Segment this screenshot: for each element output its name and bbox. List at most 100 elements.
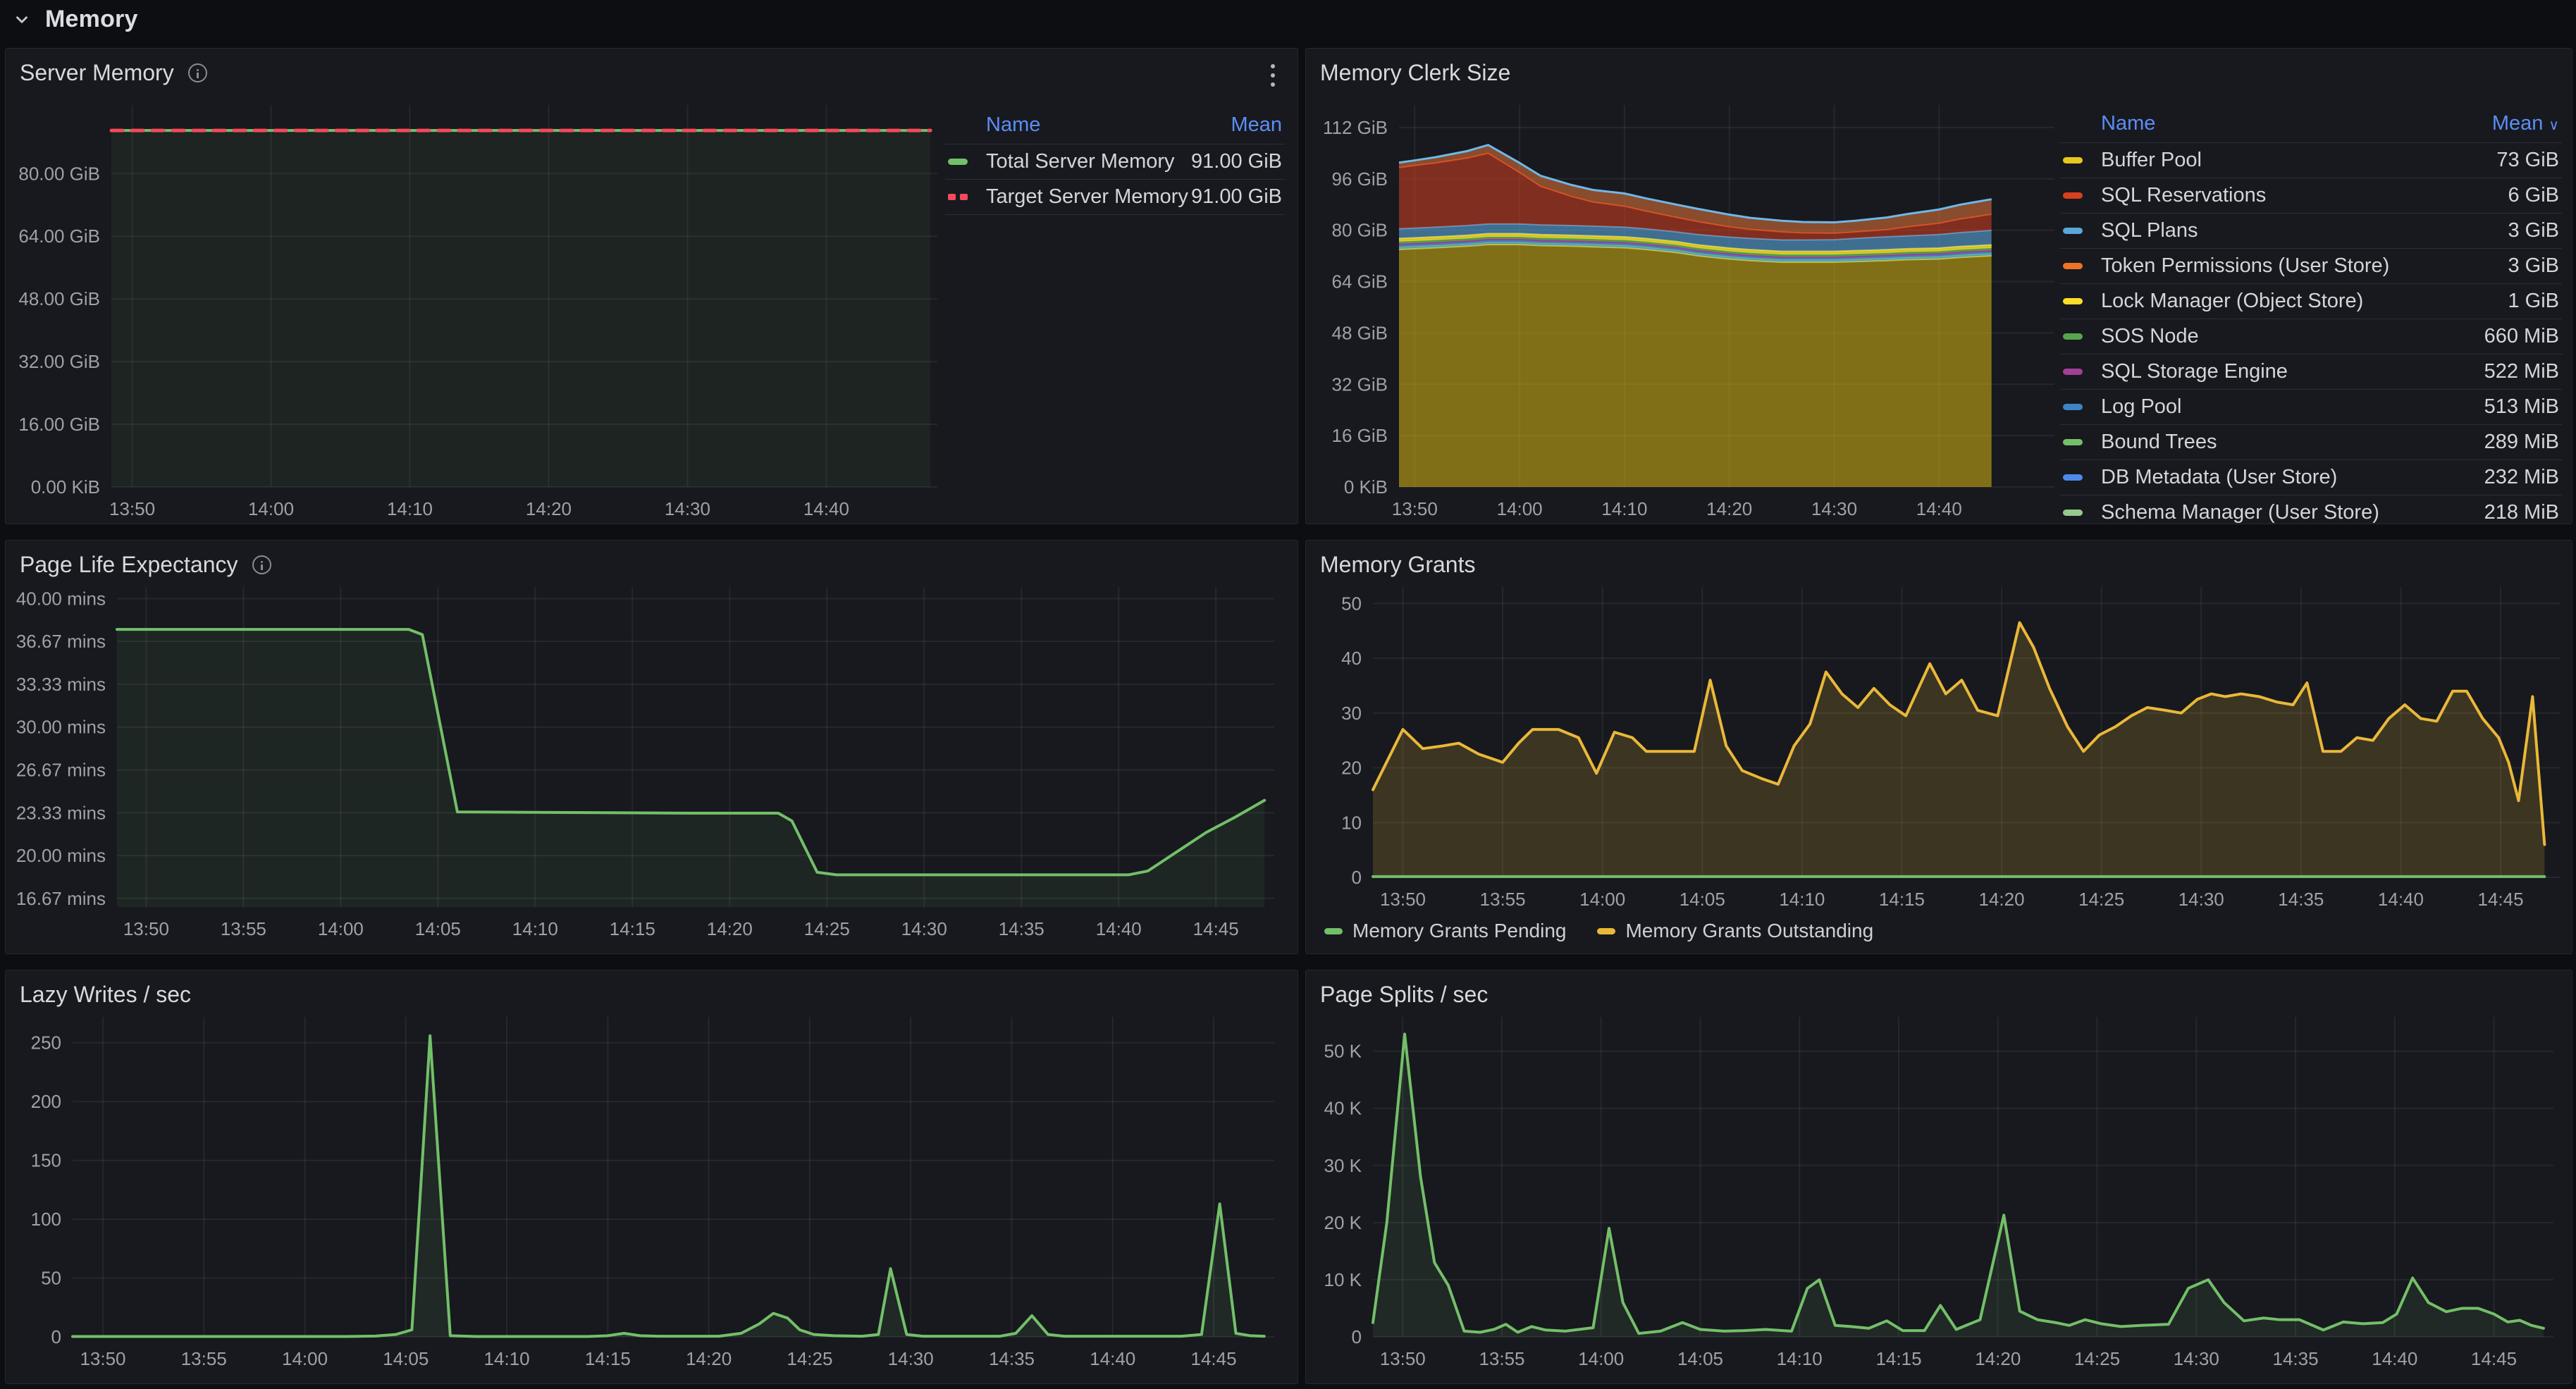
y-axis-tick-label: 16.00 GiB (18, 414, 100, 435)
x-axis-tick-label: 13:55 (181, 1348, 227, 1369)
x-axis-tick-label: 14:15 (1879, 889, 1925, 910)
panel-title[interactable]: Memory Grants (1320, 552, 1475, 578)
legend-row[interactable]: Target Server Memory 91.00 GiB (945, 179, 1285, 215)
series-line[interactable] (73, 1036, 1264, 1337)
x-axis-tick-label: 14:05 (1677, 1348, 1723, 1369)
series-color-swatch (948, 159, 968, 165)
x-axis-tick-label: 14:20 (1706, 498, 1752, 519)
legend-header-mean[interactable]: Mean∨ (2492, 112, 2559, 135)
series-line[interactable] (1373, 1034, 2544, 1333)
dashboard-row-memory[interactable]: Memory (11, 6, 138, 33)
x-axis-tick-label: 14:30 (665, 498, 710, 519)
legend-row[interactable]: Schema Manager (User Store) 218 MiB (2060, 495, 2562, 524)
legend-row[interactable]: Log Pool 513 MiB (2060, 389, 2562, 424)
x-axis-tick-label: 14:00 (1497, 498, 1543, 519)
memory-grants-chart[interactable]: 0102030405013:5013:5514:0014:0514:1014:1… (1306, 541, 2572, 953)
panel-title[interactable]: Lazy Writes / sec (20, 982, 191, 1008)
stacked-area-layer[interactable] (1399, 245, 1992, 487)
y-axis-tick-label: 30 K (1324, 1155, 1362, 1176)
legend-item-label: Memory Grants Outstanding (1625, 920, 1873, 942)
panel-menu-kebab-icon[interactable] (1261, 60, 1285, 91)
x-axis-tick-label: 14:45 (2471, 1348, 2517, 1369)
series-color-swatch (2063, 298, 2083, 304)
legend-series-name: Buffer Pool (2101, 149, 2496, 172)
series-area-fill (73, 1036, 1264, 1337)
legend-row[interactable]: Lock Manager (Object Store) 1 GiB (2060, 283, 2562, 319)
legend-item-label: Memory Grants Pending (1352, 920, 1566, 942)
page-life-expectancy-chart[interactable]: 16.67 mins20.00 mins23.33 mins26.67 mins… (6, 541, 1298, 953)
y-axis-tick-label: 48.00 GiB (18, 288, 100, 309)
legend-series-name: SOS Node (2101, 325, 2484, 348)
x-axis-tick-label: 14:20 (1975, 1348, 2021, 1369)
x-axis-tick-label: 14:05 (1680, 889, 1725, 910)
legend-header-name[interactable]: Name (986, 113, 1040, 137)
memory-grants-legend: Memory Grants Pending Memory Grants Outs… (1324, 920, 1873, 942)
legend-series-name: SQL Storage Engine (2101, 360, 2484, 383)
x-axis-tick-label: 14:30 (2174, 1348, 2219, 1369)
legend-row[interactable]: Total Server Memory 91.00 GiB (945, 144, 1285, 179)
y-axis-tick-label: 80 GiB (1332, 220, 1388, 241)
x-axis-tick-label: 13:55 (221, 918, 266, 939)
x-axis-tick-label: 14:00 (282, 1348, 328, 1369)
y-axis-tick-label: 10 (1341, 812, 1362, 833)
series-area-fill (117, 629, 1264, 907)
chevron-down-icon[interactable] (11, 9, 32, 30)
y-axis-tick-label: 26.67 mins (16, 759, 106, 780)
server-memory-legend: Name Mean Total Server Memory 91.00 GiBTa… (945, 109, 1285, 215)
legend-row[interactable]: Bound Trees 289 MiB (2060, 424, 2562, 459)
legend-header-mean[interactable]: Mean (1231, 113, 1282, 137)
y-axis-tick-label: 0 (51, 1326, 61, 1347)
y-axis-tick-label: 48 GiB (1332, 322, 1388, 343)
x-axis-tick-label: 14:10 (1777, 1348, 1823, 1369)
legend-row[interactable]: Token Permissions (User Store) 3 GiB (2060, 248, 2562, 283)
x-axis-tick-label: 14:25 (2078, 889, 2124, 910)
panel-title[interactable]: Page Life Expectancy (20, 552, 271, 578)
panel-title[interactable]: Memory Clerk Size (1320, 60, 1510, 86)
x-axis-tick-label: 14:00 (318, 918, 364, 939)
legend-row[interactable]: SOS Node 660 MiB (2060, 319, 2562, 354)
y-axis-tick-label: 36.67 mins (16, 631, 106, 652)
panel-title[interactable]: Server Memory (20, 60, 207, 86)
legend-series-mean: 91.00 GiB (1191, 150, 1282, 173)
legend-row[interactable]: Buffer Pool 73 GiB (2060, 142, 2562, 178)
y-axis-tick-label: 20 (1341, 758, 1362, 779)
legend-series-mean: 73 GiB (2496, 149, 2559, 172)
x-axis-tick-label: 14:30 (888, 1348, 934, 1369)
legend-row[interactable]: SQL Plans 3 GiB (2060, 213, 2562, 248)
lazy-writes-chart[interactable]: 05010015020025013:5013:5514:0014:0514:10… (6, 970, 1298, 1383)
legend-series-name: Bound Trees (2101, 431, 2484, 454)
legend-header-name[interactable]: Name (2101, 112, 2155, 135)
y-axis-tick-label: 50 (1341, 593, 1362, 614)
info-icon[interactable] (188, 63, 207, 82)
legend-series-mean: 6 GiB (2508, 184, 2559, 207)
panel-memory-grants: Memory Grants 0102030405013:5013:5514:00… (1305, 540, 2572, 954)
series-color-swatch (2063, 192, 2083, 199)
x-axis-tick-label: 14:00 (248, 498, 294, 519)
legend-row[interactable]: SQL Reservations 6 GiB (2060, 178, 2562, 213)
x-axis-tick-label: 14:35 (2272, 1348, 2318, 1369)
y-axis-tick-label: 50 (41, 1268, 61, 1289)
legend-row[interactable]: SQL Storage Engine 522 MiB (2060, 354, 2562, 389)
series-color-swatch (1597, 928, 1615, 934)
y-axis-tick-label: 32.00 GiB (18, 351, 100, 372)
y-axis-tick-label: 33.33 mins (16, 674, 106, 695)
y-axis-tick-label: 100 (31, 1209, 61, 1230)
y-axis-tick-label: 20 K (1324, 1212, 1362, 1233)
y-axis-tick-label: 40 (1341, 648, 1362, 669)
legend-item[interactable]: Memory Grants Pending (1324, 920, 1566, 942)
legend-series-name: Schema Manager (User Store) (2101, 501, 2484, 524)
legend-row[interactable]: DB Metadata (User Store) 232 MiB (2060, 459, 2562, 495)
x-axis-tick-label: 14:45 (1190, 1348, 1236, 1369)
x-axis-tick-label: 14:40 (1096, 918, 1142, 939)
panel-lazy-writes: Lazy Writes / sec 05010015020025013:5013… (5, 970, 1298, 1384)
info-icon[interactable] (252, 555, 271, 574)
y-axis-tick-label: 64 GiB (1332, 271, 1388, 292)
x-axis-tick-label: 14:15 (1875, 1348, 1921, 1369)
x-axis-tick-label: 14:35 (2278, 889, 2324, 910)
legend-item[interactable]: Memory Grants Outstanding (1597, 920, 1873, 942)
page-splits-chart[interactable]: 010 K20 K30 K40 K50 K13:5013:5514:0014:0… (1306, 970, 2572, 1383)
y-axis-tick-label: 0 KiB (1344, 476, 1388, 498)
panel-title[interactable]: Page Splits / sec (1320, 982, 1488, 1008)
legend-series-name: SQL Plans (2101, 219, 2508, 242)
y-axis-tick-label: 64.00 GiB (18, 226, 100, 247)
